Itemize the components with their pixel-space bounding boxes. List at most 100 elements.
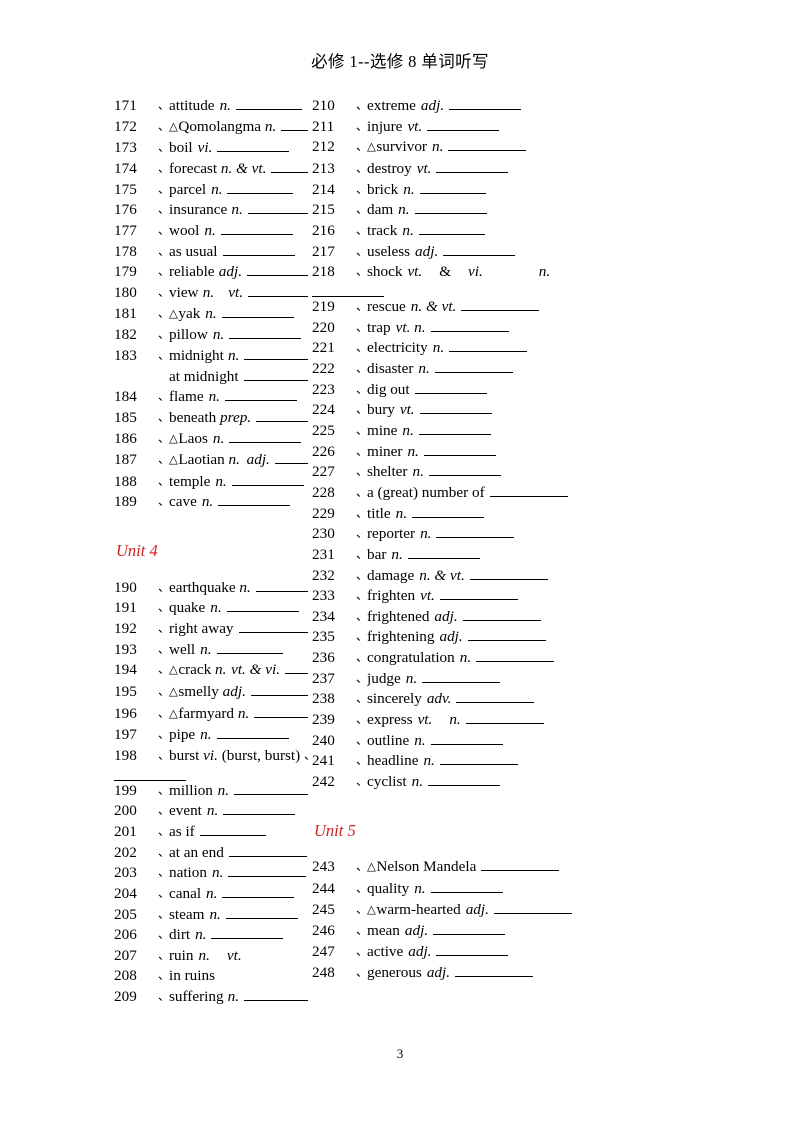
answer-blank[interactable]: [216, 725, 289, 740]
answer-blank[interactable]: [285, 660, 308, 675]
answer-blank[interactable]: [412, 503, 485, 518]
answer-blank[interactable]: [250, 682, 308, 696]
answer-blank[interactable]: [227, 180, 294, 194]
entry-body: destroy vt.: [367, 159, 509, 180]
answer-blank[interactable]: [448, 137, 527, 152]
answer-blank[interactable]: [211, 925, 284, 940]
answer-blank[interactable]: [407, 545, 480, 559]
answer-blank[interactable]: [256, 408, 308, 422]
vocabulary-entry: 174 、 forecast n. & vt.: [114, 159, 308, 180]
answer-blank[interactable]: [418, 421, 491, 435]
answer-blank[interactable]: [274, 450, 308, 465]
answer-blank[interactable]: [481, 857, 560, 872]
answer-blank[interactable]: [434, 359, 513, 373]
entry-word: title: [367, 504, 391, 522]
answer-blank[interactable]: [234, 781, 308, 795]
answer-blank[interactable]: [225, 905, 298, 919]
answer-blank[interactable]: [493, 900, 572, 914]
answer-blank[interactable]: [449, 338, 528, 353]
answer-blank[interactable]: [218, 492, 291, 507]
answer-blank[interactable]: [439, 586, 518, 601]
entry-body: electricity n.: [367, 338, 528, 359]
entry-separator: 、: [158, 202, 171, 217]
answer-blank[interactable]: [312, 283, 384, 297]
answer-blank[interactable]: [419, 400, 492, 415]
answer-blank[interactable]: [226, 598, 299, 613]
answer-blank[interactable]: [414, 200, 487, 215]
triangle-marker-icon: △: [367, 861, 376, 874]
answer-blank[interactable]: [228, 863, 307, 878]
answer-blank[interactable]: [427, 117, 500, 131]
answer-blank[interactable]: [229, 428, 302, 443]
answer-blank[interactable]: [221, 304, 294, 318]
entry-body: earthquake n.: [169, 578, 308, 599]
answer-blank[interactable]: [476, 648, 555, 663]
answer-blank[interactable]: [199, 822, 266, 836]
unit-spacer-bottom: [312, 841, 800, 857]
answer-blank[interactable]: [467, 627, 546, 642]
answer-blank[interactable]: [222, 242, 295, 256]
answer-blank[interactable]: [449, 96, 522, 111]
answer-blank[interactable]: [243, 367, 308, 381]
vocabulary-entry: 186 、 △ Laos n.: [114, 428, 308, 450]
answer-blank[interactable]: [216, 640, 283, 654]
answer-blank[interactable]: [489, 483, 568, 497]
answer-blank[interactable]: [222, 884, 295, 898]
answer-blank[interactable]: [223, 801, 296, 816]
vocabulary-entry: 198 、burst vi. (burst, burst) 、 n.: [114, 746, 308, 767]
entry-number: 221: [312, 339, 335, 357]
answer-blank[interactable]: [430, 318, 509, 332]
answer-blank[interactable]: [114, 767, 186, 781]
entry-number: 202: [114, 843, 137, 861]
answer-blank[interactable]: [247, 200, 308, 215]
part-of-speech: n.: [431, 138, 444, 156]
answer-blank[interactable]: [217, 138, 290, 153]
answer-blank[interactable]: [436, 524, 515, 539]
answer-blank[interactable]: [439, 751, 518, 766]
answer-blank[interactable]: [244, 987, 308, 1002]
answer-blank[interactable]: [456, 689, 535, 704]
answer-blank[interactable]: [422, 669, 501, 683]
part-of-speech: n.: [412, 463, 424, 481]
vocabulary-entry: 211 、 injure vt.: [312, 117, 800, 138]
answer-blank[interactable]: [430, 879, 503, 893]
answer-blank[interactable]: [465, 710, 544, 725]
answer-blank[interactable]: [229, 325, 302, 340]
entry-separator: 、: [158, 927, 171, 942]
answer-blank[interactable]: [238, 619, 308, 634]
answer-blank[interactable]: [461, 297, 540, 311]
answer-blank[interactable]: [255, 578, 308, 592]
entry-word: sincerely: [367, 690, 422, 708]
answer-blank[interactable]: [224, 387, 297, 402]
answer-blank[interactable]: [436, 942, 509, 956]
answer-blank[interactable]: [428, 462, 501, 477]
answer-blank[interactable]: [235, 96, 302, 111]
entry-word: frighten: [367, 587, 416, 605]
entry-number: 194: [114, 661, 137, 679]
answer-blank[interactable]: [414, 380, 487, 394]
part-of-speech: n.: [231, 201, 243, 219]
answer-blank[interactable]: [428, 772, 501, 787]
answer-blank[interactable]: [419, 180, 486, 194]
entry-number: 173: [114, 139, 137, 157]
answer-blank[interactable]: [271, 159, 308, 174]
answer-blank[interactable]: [220, 221, 293, 235]
answer-blank[interactable]: [462, 607, 541, 621]
answer-blank[interactable]: [248, 283, 308, 297]
answer-blank[interactable]: [423, 442, 496, 456]
answer-blank[interactable]: [430, 731, 503, 745]
answer-blank[interactable]: [469, 565, 548, 580]
answer-blank[interactable]: [443, 242, 516, 256]
answer-blank[interactable]: [281, 117, 308, 131]
answer-blank[interactable]: [244, 346, 308, 360]
answer-blank[interactable]: [418, 221, 485, 235]
entry-word: quality: [367, 879, 410, 897]
answer-blank[interactable]: [455, 963, 534, 977]
answer-blank[interactable]: [231, 472, 304, 486]
answer-blank[interactable]: [254, 704, 308, 718]
answer-blank[interactable]: [228, 843, 307, 857]
entry-body: frightening adj.: [367, 627, 546, 648]
answer-blank[interactable]: [247, 262, 308, 277]
answer-blank[interactable]: [433, 921, 506, 936]
answer-blank[interactable]: [436, 159, 509, 174]
